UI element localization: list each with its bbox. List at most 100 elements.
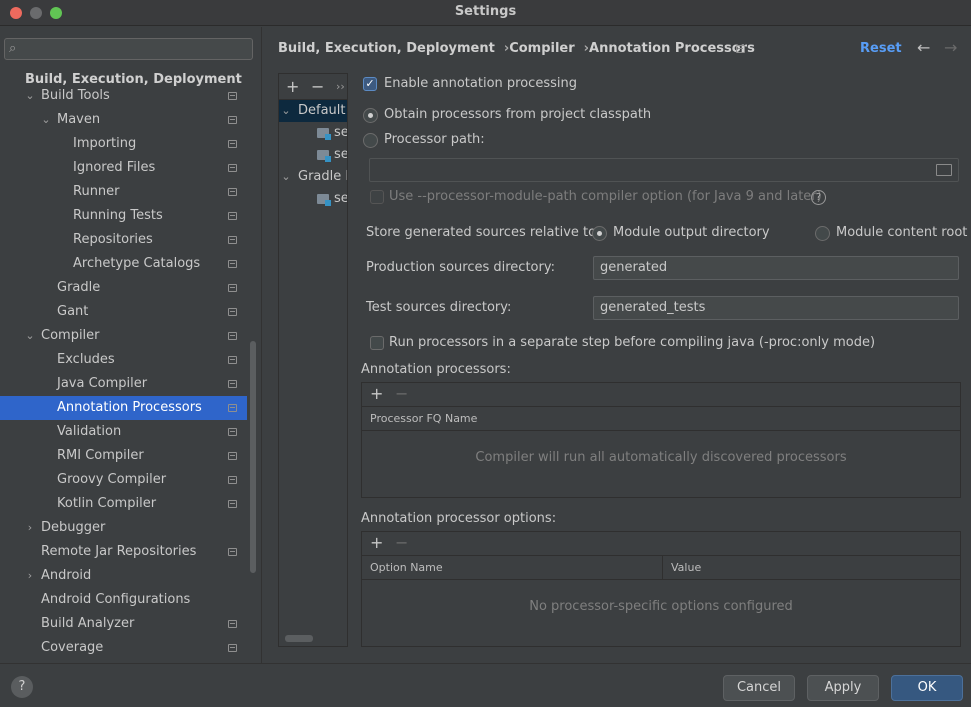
project-scope-icon [228,140,237,148]
project-scope-icon [228,356,237,364]
profile-item[interactable]: ⌄ Gradle I [279,166,347,188]
back-arrow-icon[interactable]: ← [917,38,930,57]
sidebar-item-remote-jar-repositories[interactable]: Remote Jar Repositories [0,540,247,564]
ok-button[interactable]: OK [891,675,963,701]
settings-sidebar: ⌕ Build, Execution, Deployment ⌄ Build To… [0,27,262,663]
breadcrumb-item[interactable]: Compiler [509,41,574,56]
profile-module-item[interactable]: se [279,122,348,144]
project-scope-icon [228,548,237,556]
sidebar-item-gant[interactable]: Gant [0,300,247,324]
remove-profile-button[interactable]: − [311,77,324,96]
sidebar-scrollbar[interactable] [250,341,256,573]
separate-step-checkbox[interactable] [370,336,384,350]
sidebar-item-label: Excludes [57,352,115,367]
sidebar-item-label: Kotlin Compiler [57,496,157,511]
sidebar-item-compiler[interactable]: ⌄ Compiler [0,324,247,348]
separate-step-label: Run processors in a separate step before… [389,335,876,350]
sidebar-item-label: Repositories [73,232,153,247]
sidebar-item-gradle[interactable]: Gradle [0,276,247,300]
options-table-toolbar: + − [362,532,960,556]
profile-module-item[interactable]: se [279,144,347,166]
profile-item[interactable]: ⌄ Default [279,100,347,122]
cancel-button[interactable]: Cancel [723,675,795,701]
sidebar-item-label: Importing [73,136,137,151]
forward-arrow-icon[interactable]: → [944,38,957,57]
project-scope-icon [736,45,745,53]
chevron-down-icon[interactable]: ⌄ [24,324,36,348]
breadcrumb-item[interactable]: Build, Execution, Deployment [278,41,495,56]
add-processor-button[interactable]: + [370,384,383,403]
processor-fq-name-header[interactable]: Processor FQ Name [362,407,960,431]
apply-button[interactable]: Apply [807,675,879,701]
sidebar-item-coverage[interactable]: Coverage [0,636,247,660]
sidebar-item-archetype-catalogs[interactable]: Archetype Catalogs [0,252,247,276]
profiles-panel: + − ›› ⌄ Default se se ⌄ Gradle I se [278,73,348,647]
add-option-button[interactable]: + [370,533,383,552]
module-path-checkbox[interactable] [370,190,384,204]
sidebar-item-rmi-compiler[interactable]: RMI Compiler [0,444,247,468]
profile-label: se [334,125,348,140]
sidebar-item-build-tools[interactable]: ⌄ Build Tools [0,84,247,108]
sidebar-item-build-analyzer[interactable]: Build Analyzer [0,612,247,636]
sidebar-item-android[interactable]: › Android [0,564,247,588]
sidebar-item-runner[interactable]: Runner [0,180,247,204]
chevron-right-icon[interactable]: › [24,564,36,588]
help-button[interactable]: ? [11,676,33,698]
sidebar-item-label: Gradle [57,280,101,295]
project-scope-icon [228,404,237,412]
search-icon: ⌕ [9,41,17,56]
production-sources-field[interactable]: generated [593,256,959,280]
sidebar-item-running-tests[interactable]: Running Tests [0,204,247,228]
project-scope-icon [228,260,237,268]
sidebar-item-importing[interactable]: Importing [0,132,247,156]
annotation-processors-table: + − Processor FQ Name Compiler will run … [361,382,961,498]
sidebar-item-repositories[interactable]: Repositories [0,228,247,252]
sidebar-item-label: Annotation Processors [57,400,202,415]
reset-link[interactable]: Reset [860,41,902,56]
module-output-radio[interactable] [592,226,607,241]
profile-module-item[interactable]: se [279,188,347,210]
module-content-root-radio[interactable] [815,226,830,241]
chevron-down-icon[interactable]: ⌄ [280,100,292,122]
enable-annotation-processing-checkbox[interactable]: ✓ [363,77,377,91]
window-title: Settings [454,4,517,19]
sidebar-item-android-configurations[interactable]: Android Configurations [0,588,247,612]
sidebar-item-maven[interactable]: ⌄ Maven [0,108,247,132]
project-scope-icon [228,500,237,508]
more-actions-icon[interactable]: ›› [336,80,345,93]
sidebar-item-kotlin-compiler[interactable]: Kotlin Compiler [0,492,247,516]
sidebar-item-debugger[interactable]: › Debugger [0,516,247,540]
sidebar-item-label: Runner [73,184,120,199]
processor-path-field[interactable] [369,158,959,182]
profiles-horizontal-scrollbar[interactable] [285,635,313,642]
obtain-from-classpath-radio[interactable] [363,108,378,123]
option-value-header[interactable]: Value [663,556,960,580]
project-scope-icon [228,476,237,484]
sidebar-item-label: Maven [57,112,101,127]
remove-processor-button[interactable]: − [395,384,408,403]
chevron-down-icon[interactable]: ⌄ [280,166,292,188]
project-scope-icon [228,308,237,316]
chevron-right-icon[interactable]: › [24,516,36,540]
sidebar-item-java-compiler[interactable]: Java Compiler [0,372,247,396]
help-question-icon[interactable]: ? [811,190,826,205]
project-scope-icon [228,236,237,244]
module-content-root-label: Module content root [836,225,968,240]
remove-option-button[interactable]: − [395,533,408,552]
sidebar-item-annotation-processors[interactable]: Annotation Processors [0,396,247,420]
test-sources-field[interactable]: generated_tests [593,296,959,320]
module-folder-icon [317,194,331,206]
processor-path-radio[interactable] [363,133,378,148]
project-scope-icon [228,644,237,652]
sidebar-item-groovy-compiler[interactable]: Groovy Compiler [0,468,247,492]
browse-folder-icon[interactable] [936,164,952,176]
add-profile-button[interactable]: + [286,77,299,96]
sidebar-item-validation[interactable]: Validation [0,420,247,444]
search-input[interactable]: ⌕ [4,38,253,60]
module-folder-icon [317,128,331,140]
chevron-down-icon[interactable]: ⌄ [40,108,52,132]
option-name-header[interactable]: Option Name [362,556,663,580]
sidebar-item-ignored-files[interactable]: Ignored Files [0,156,247,180]
sidebar-item-excludes[interactable]: Excludes [0,348,247,372]
chevron-down-icon[interactable]: ⌄ [24,84,36,108]
